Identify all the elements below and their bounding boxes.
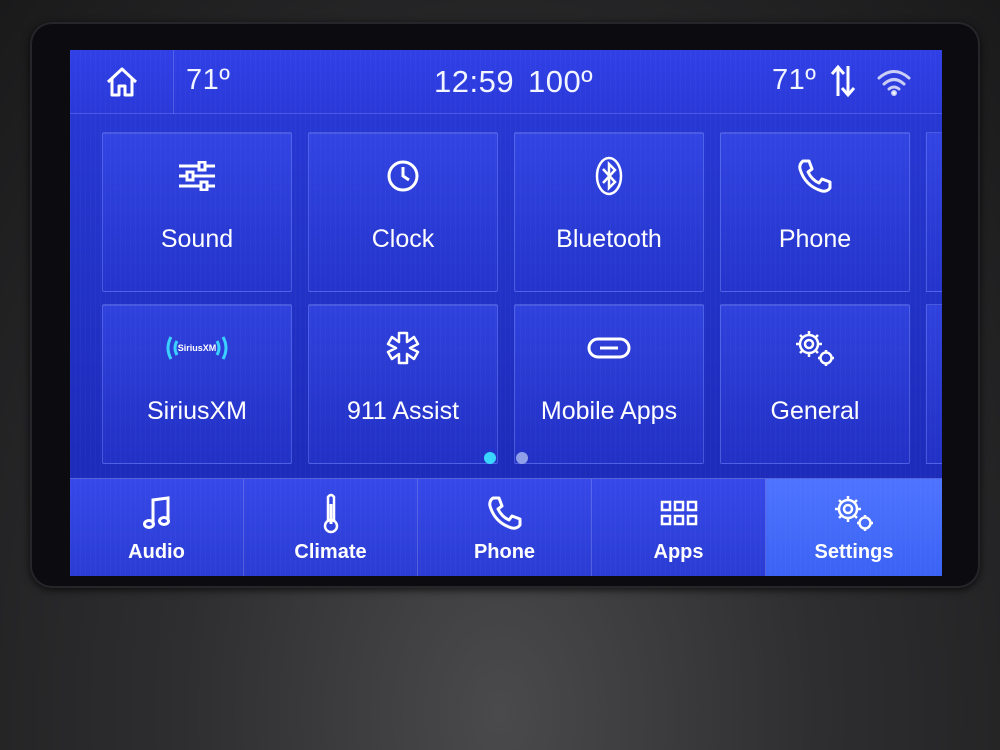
clock-icon: [309, 155, 497, 197]
svg-text:SiriusXM: SiriusXM: [178, 343, 217, 353]
tile-sound[interactable]: Sound: [102, 132, 292, 292]
driver-temp[interactable]: 71º: [186, 64, 230, 97]
tile-label: Sound: [160, 225, 234, 253]
home-button[interactable]: [70, 50, 174, 114]
tile-general[interactable]: General: [720, 304, 910, 464]
status-bar: 71º 12:59 100º 71º: [70, 50, 942, 114]
tile-911-assist[interactable]: 911 Assist: [308, 304, 498, 464]
nav-phone[interactable]: Phone: [418, 479, 592, 576]
tile-mobile-apps[interactable]: Mobile Apps: [514, 304, 704, 464]
tile-label: Clock: [371, 225, 435, 253]
grid-icon: [592, 493, 765, 533]
bottom-nav-bar: Audio Climate Phone Apps Settings: [70, 478, 942, 576]
link-icon: [515, 327, 703, 369]
equalizer-icon: [103, 155, 291, 197]
tile-bluetooth[interactable]: Bluetooth: [514, 132, 704, 292]
nav-label: Phone: [473, 541, 536, 563]
music-note-icon: [70, 493, 243, 533]
page-indicator: [484, 452, 528, 464]
home-icon: [105, 66, 139, 98]
settings-tiles-grid: Sound Clock Bluetooth Phone SiriusXM Sir…: [102, 132, 942, 472]
nav-settings[interactable]: Settings: [766, 479, 942, 576]
phone-icon: [418, 493, 591, 533]
tile-label: SiriusXM: [146, 397, 247, 425]
nav-label: Climate: [294, 541, 367, 563]
tile-label: Mobile Apps: [540, 397, 678, 425]
tile-label: General: [770, 397, 860, 425]
passenger-temp[interactable]: 71º: [772, 64, 816, 97]
bluetooth-icon: [515, 155, 703, 197]
thermometer-icon: [244, 493, 417, 534]
next-page-tile-edge: [926, 304, 942, 464]
gears-icon: [721, 327, 909, 369]
tile-label: Phone: [778, 225, 852, 253]
tile-label: 911 Assist: [346, 397, 460, 425]
siriusxm-logo: SiriusXM: [103, 327, 291, 369]
tile-label: Bluetooth: [556, 225, 662, 253]
sync-arrows-icon: [830, 64, 856, 98]
nav-climate[interactable]: Climate: [244, 479, 418, 576]
star-of-life-icon: [309, 327, 497, 369]
tile-clock[interactable]: Clock: [308, 132, 498, 292]
tile-siriusxm[interactable]: SiriusXM SiriusXM: [102, 304, 292, 464]
outside-temp: 100º: [528, 64, 594, 99]
phone-icon: [721, 155, 909, 197]
wifi-icon: [876, 68, 912, 96]
infotainment-screen: 71º 12:59 100º 71º Sound Clock Bluetooth…: [70, 50, 942, 576]
page-dot-active[interactable]: [484, 452, 496, 464]
nav-label: Apps: [653, 541, 704, 563]
next-page-tile-edge: [926, 132, 942, 292]
page-dot[interactable]: [516, 452, 528, 464]
tile-phone[interactable]: Phone: [720, 132, 910, 292]
clock-time: 12:59: [434, 64, 515, 99]
gears-icon: [766, 493, 942, 533]
nav-apps[interactable]: Apps: [592, 479, 766, 576]
nav-label: Settings: [814, 541, 894, 563]
nav-audio[interactable]: Audio: [70, 479, 244, 576]
nav-label: Audio: [128, 541, 185, 563]
